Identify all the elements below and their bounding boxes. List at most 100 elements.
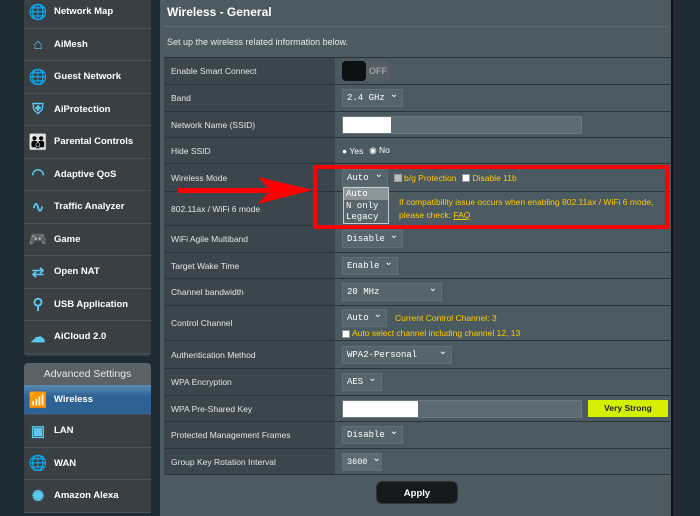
- advanced-settings-menu: Advanced Settings 📶 Wireless ▣ LAN 🌐 WAN ✺ Amaz…: [24, 363, 151, 513]
- mesh-icon: ⌂: [33, 35, 43, 53]
- row-band: Band 2.4 GHz: [164, 85, 670, 112]
- sidebar-item-label: Guest Network: [54, 71, 122, 83]
- guest-globe-icon: 🌐: [28, 68, 48, 86]
- page-title: Wireless - General: [167, 5, 272, 19]
- annotation-arrow-icon: [178, 177, 313, 204]
- sidebar-item-open-nat[interactable]: ⇄ Open NAT: [24, 256, 151, 289]
- sidebar-item-traffic-analyzer[interactable]: ∿ Traffic Analyzer: [24, 191, 151, 224]
- sidebar-item-label: USB Application: [54, 298, 129, 310]
- page-description: Set up the wireless related information …: [167, 37, 349, 47]
- label: Authentication Method: [164, 341, 335, 368]
- sidebar-item-label: Network Map: [54, 6, 114, 18]
- sidebar-item-wireless[interactable]: 📶 Wireless: [24, 385, 151, 415]
- globe-pin-icon: 🌐: [28, 3, 48, 21]
- band-select[interactable]: 2.4 GHz: [342, 89, 404, 107]
- label: Enable Smart Connect: [164, 58, 335, 84]
- usb-icon: ⚲: [32, 296, 44, 314]
- sidebar-item-label: Amazon Alexa: [54, 490, 119, 502]
- sidebar-item-label: Parental Controls: [54, 136, 134, 148]
- sidebar-item-usb-application[interactable]: ⚲ USB Application: [24, 289, 151, 321]
- sidebar-item-lan[interactable]: ▣ LAN: [24, 415, 151, 448]
- sidebar-item-label: AiMesh: [54, 38, 88, 50]
- sidebar-menu: 🌐 Network Map ⌂ AiMesh 🌐 Guest Network ⛨ AiProt…: [24, 0, 151, 356]
- sidebar-item-label: Game: [54, 233, 81, 245]
- twt-select[interactable]: Enable: [342, 256, 398, 275]
- label: Channel bandwidth: [164, 279, 335, 305]
- label: WiFi Agile Multiband: [164, 226, 335, 252]
- auth-method-select[interactable]: WPA2-Personal: [342, 345, 452, 364]
- label: WPA Pre-Shared Key: [164, 396, 335, 421]
- sidebar-item-wan[interactable]: 🌐 WAN: [24, 448, 151, 480]
- row-pmf: Protected Management Frames Disable: [164, 422, 670, 449]
- sidebar-item-aimesh[interactable]: ⌂ AiMesh: [24, 29, 151, 61]
- settings-table: Enable Smart Connect OFF Band 2.4 GHz Ne…: [164, 57, 670, 475]
- advanced-settings-header: Advanced Settings: [24, 363, 151, 385]
- bandwidth-select[interactable]: 20 MHz: [342, 283, 442, 301]
- main-panel: Wireless - General Set up the wireless r…: [160, 0, 673, 516]
- row-ssid: Network Name (SSID): [164, 112, 670, 138]
- nat-icon: ⇄: [31, 263, 45, 281]
- row-hide-ssid: Hide SSID ● Yes ◉ No: [164, 138, 670, 164]
- label: Band: [164, 85, 335, 111]
- label: Network Name (SSID): [164, 112, 335, 137]
- gkr-input[interactable]: 3600: [342, 452, 382, 471]
- row-bandwidth: Channel bandwidth 20 MHz: [164, 279, 670, 306]
- row-smart-connect: Enable Smart Connect OFF: [164, 58, 670, 85]
- sidebar-item-label: AiProtection: [54, 103, 111, 115]
- row-control-channel: Control Channel Auto Current Control Chan…: [164, 306, 670, 341]
- sidebar-item-label: AiCloud 2.0: [54, 331, 107, 343]
- gamepad-icon: 🎮: [28, 231, 48, 249]
- sidebar-item-guest-network[interactable]: 🌐 Guest Network: [24, 61, 151, 94]
- radio-label: Yes: [349, 145, 364, 156]
- hide-ssid-no-radio[interactable]: ◉ No: [369, 145, 390, 156]
- sidebar-item-adaptive-qos[interactable]: ◠ Adaptive QoS: [24, 159, 151, 191]
- divider: [164, 26, 667, 27]
- sidebar-item-amazon-alexa[interactable]: ✺ Amazon Alexa: [24, 480, 151, 513]
- lan-icon: ▣: [30, 422, 46, 440]
- auto-select-channel-checkbox[interactable]: Auto select channel including channel 12…: [342, 328, 670, 338]
- psk-value-redacted: [343, 400, 418, 417]
- cloud-icon: ☁: [30, 328, 46, 346]
- sidebar-item-label: Open NAT: [54, 266, 100, 278]
- sidebar-item-label: LAN: [54, 425, 74, 437]
- wifi-icon: 📶: [28, 391, 48, 409]
- pmf-select[interactable]: Disable: [342, 426, 404, 444]
- row-psk: WPA Pre-Shared Key Very Strong: [164, 396, 670, 422]
- label: Target Wake Time: [164, 253, 335, 278]
- psk-input[interactable]: [342, 399, 582, 418]
- sidebar-item-parental-controls[interactable]: 👪 Parental Controls: [24, 126, 151, 159]
- sidebar-item-aiprotection[interactable]: ⛨ AiProtection: [24, 94, 151, 126]
- annotation-highlight-box: [313, 165, 669, 229]
- label: Group Key Rotation Interval: [164, 449, 335, 474]
- family-icon: 👪: [28, 133, 48, 151]
- wan-globe-icon: 🌐: [28, 455, 48, 473]
- smart-connect-toggle[interactable]: OFF: [342, 61, 390, 81]
- sidebar-item-label: Traffic Analyzer: [54, 201, 125, 213]
- radio-label: No: [379, 145, 390, 155]
- current-channel: Current Control Channel: 3: [395, 313, 497, 323]
- sidebar-item-aicloud-2-0[interactable]: ☁ AiCloud 2.0: [24, 321, 151, 354]
- ssid-input[interactable]: [342, 115, 582, 134]
- sidebar-item-label: Adaptive QoS: [54, 168, 117, 180]
- apply-button[interactable]: Apply: [376, 481, 458, 504]
- sidebar-item-label: WAN: [54, 457, 77, 469]
- label: WPA Encryption: [164, 369, 335, 395]
- sidebar-item-network-map[interactable]: 🌐 Network Map: [24, 0, 151, 29]
- shield-lock-icon: ⛨: [32, 100, 44, 118]
- ssid-value-redacted: [343, 116, 391, 133]
- row-agile-multiband: WiFi Agile Multiband Disable: [164, 226, 670, 253]
- agile-multiband-select[interactable]: Disable: [342, 230, 404, 248]
- toggle-state: OFF: [369, 66, 387, 76]
- gauge-icon: ◠: [31, 166, 45, 184]
- row-twt: Target Wake Time Enable: [164, 253, 670, 279]
- label: Control Channel: [164, 306, 335, 340]
- sidebar-item-game[interactable]: 🎮 Game: [24, 224, 151, 256]
- control-channel-select[interactable]: Auto: [342, 309, 387, 327]
- hide-ssid-yes-radio[interactable]: ● Yes: [342, 146, 363, 156]
- row-gkr: Group Key Rotation Interval 3600: [164, 449, 670, 475]
- alexa-icon: ✺: [31, 487, 45, 505]
- sidebar-item-label: Wireless: [54, 394, 93, 405]
- label: Hide SSID: [164, 138, 335, 163]
- password-strength-badge: Very Strong: [588, 400, 668, 417]
- encryption-select[interactable]: AES: [342, 373, 382, 391]
